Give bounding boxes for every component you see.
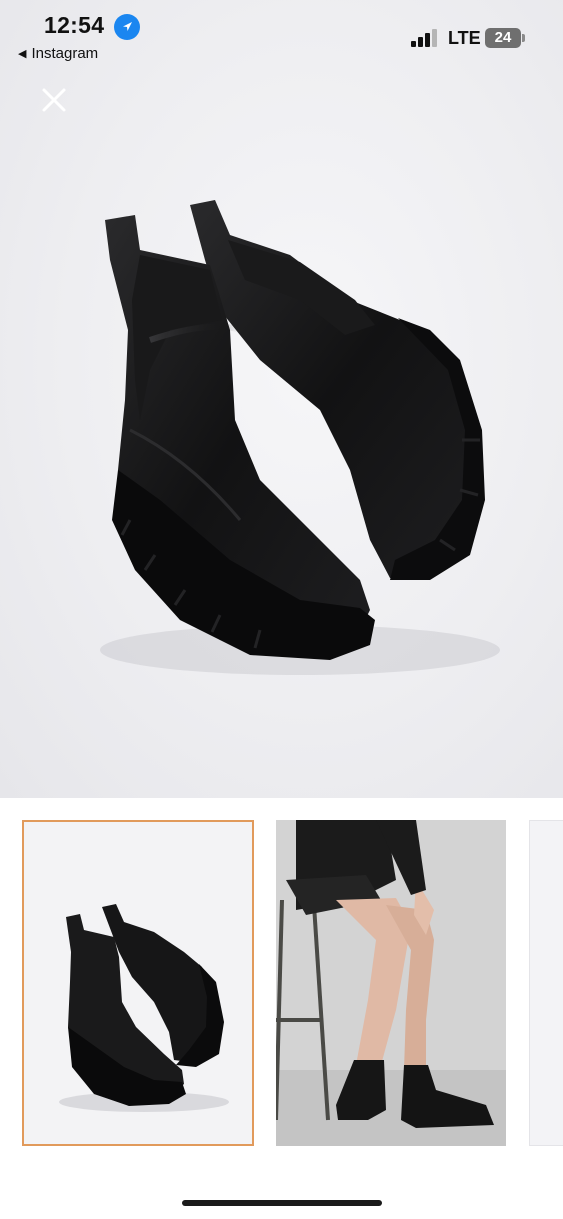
boots-illustration [100,200,500,675]
battery-icon: 24 [485,28,521,48]
battery-nub [522,34,525,42]
status-time: 12:54 [44,12,105,38]
back-link-label: Instagram [31,45,99,62]
thumbnail-strip [0,798,563,1168]
thumbnail-boots-selected[interactable] [22,820,254,1146]
hero-product-image [0,0,563,798]
model-thumbnail-image [276,820,506,1146]
location-arrow-icon [114,14,140,40]
boots-thumbnail-image [24,822,252,1144]
close-icon [42,88,66,112]
cellular-signal-icon [411,29,437,47]
thumbnail-partial[interactable] [529,820,563,1146]
home-indicator[interactable] [182,1200,382,1206]
back-to-instagram-link[interactable]: ◀ Instagram [18,45,98,62]
network-type: LTE [448,28,481,48]
close-button[interactable] [38,84,70,116]
thumbnail-model-wearing-boots[interactable] [276,820,506,1146]
status-bar: 12:54 ◀ Instagram LTE 24 [0,0,563,70]
back-triangle-icon: ◀ [18,48,27,60]
